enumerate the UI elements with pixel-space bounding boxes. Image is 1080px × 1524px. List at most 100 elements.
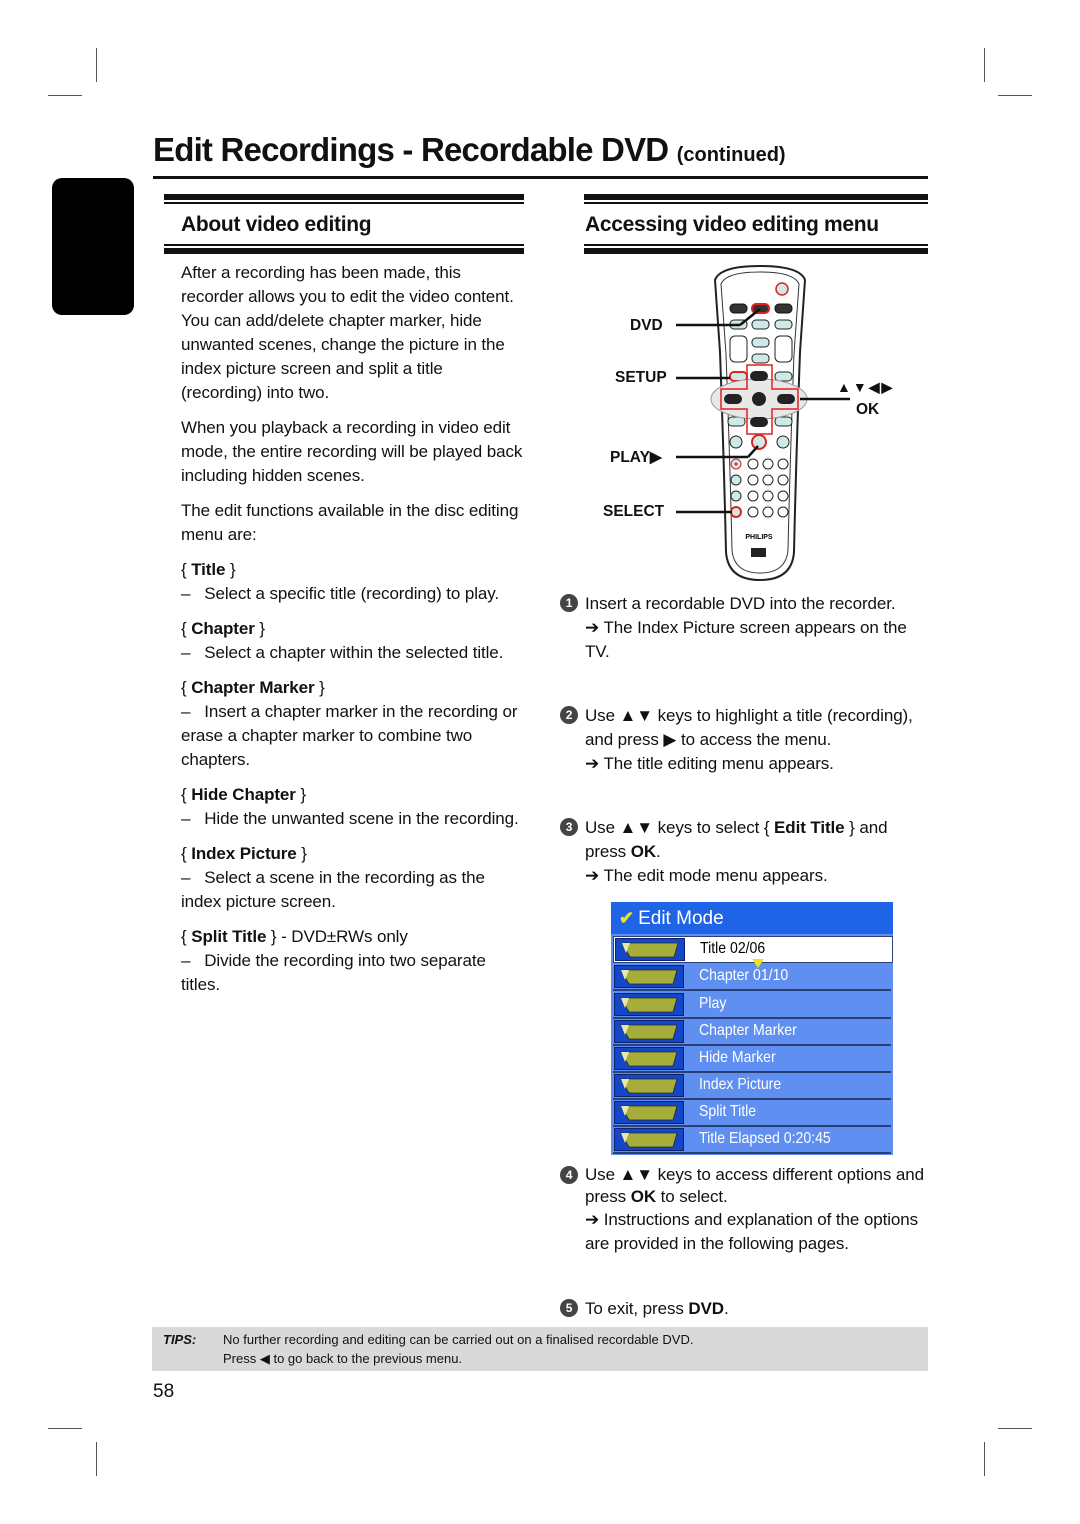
arrow-right-icon: ➔ [585,1210,600,1229]
hide-eye-flag-icon [614,1047,684,1070]
edit-menu-item[interactable]: Title Elapsed 0:20:45 [613,1127,891,1154]
dvd-button [751,303,770,314]
folder-icon [615,938,685,961]
step-number-badge: 2 [560,706,578,724]
step-result: The edit mode menu appears. [603,866,828,885]
divider [164,244,524,246]
edit-menu-item[interactable]: Chapter Marker [613,1019,891,1046]
play-cycle-icon [614,993,684,1016]
menu-header-label: Edit Mode [638,908,724,929]
power-icon [775,282,789,296]
edit-option-description: – Select a specific title (recording) to… [181,584,500,603]
pause-button [776,435,790,449]
divider [164,194,524,200]
ok-button [752,392,766,406]
page-title: Edit Recordings - Recordable DVD (contin… [153,131,786,169]
edit-mode-menu-header: ✔ Edit Mode [611,902,893,934]
checkmark-icon: ✔ [619,908,635,928]
edit-mode-menu: ✔ Edit Mode Title 02/06 Chapter 01/10 Play C… [611,902,893,1155]
edit-menu-item[interactable]: Split Title [613,1100,891,1127]
stop-button [729,435,743,449]
arrow-right-icon: ➔ [585,618,600,637]
tips-box: TIPS: No further recording and editing c… [152,1327,928,1371]
intro-paragraph: After a recording has been made, this re… [181,263,514,402]
step-number-badge: 4 [560,1166,578,1184]
edit-option-description: – Select a scene in the recording as the… [181,868,485,911]
tips-label: TIPS: [163,1332,197,1347]
arrow-right-icon: ➔ [585,754,600,773]
divider [584,194,928,200]
tv-dvd-button [751,337,770,348]
rw-logo [751,548,766,557]
edit-option: { Chapter Marker } – Insert a chapter mar… [181,676,526,772]
left-section-header: About video editing [164,194,524,254]
title-divider [153,176,928,179]
divider [584,244,928,246]
section-heading-about-video-editing: About video editing [181,213,372,236]
edit-menu-item-label: Play [699,995,727,1012]
arrow-right-icon: ➔ [585,866,600,885]
edit-option-title: { Chapter Marker } [181,678,325,697]
edit-option-description: – Insert a chapter marker in the recordi… [181,702,518,769]
left-button [724,394,742,404]
step-number-badge: 1 [560,594,578,612]
page-number: 58 [153,1381,175,1402]
language-tab-label: English [95,426,114,499]
edit-menu-item-label: Chapter Marker [699,1022,797,1039]
edit-menu-item-label: Hide Marker [699,1049,776,1066]
step-result: Instructions and explanation of the opti… [585,1210,918,1253]
section-heading-accessing-menu: Accessing video editing menu [585,213,879,236]
info-button [774,371,793,382]
callout-select: SELECT [603,503,665,520]
step-result: The title editing menu appears. [603,754,834,773]
edit-menu-item-label: Title 02/06 [700,940,766,957]
edit-option-title: { Split Title } - DVD±RWs only [181,927,408,946]
crop-mark [96,48,97,82]
down-button [750,417,768,427]
source-button [774,319,793,330]
edit-menu-item[interactable]: Hide Marker [613,1046,891,1073]
step-number-badge: 3 [560,818,578,836]
chapters-icon [614,965,684,988]
crop-mark [984,48,985,82]
chapter-marker-flag-icon [614,1020,684,1043]
step-instruction: Insert a recordable DVD into the recorde… [585,594,896,613]
about-content: After a recording has been made, this re… [181,261,526,1008]
tip-line: Press ◀ to go back to the previous menu. [223,1351,463,1366]
language-tab: English [52,178,134,499]
step-4: 4 Use ▲▼ keys to access different option… [560,1164,930,1256]
next-button [774,416,793,427]
crop-mark [998,95,1032,96]
edit-menu-item-label: Chapter 01/10 [699,967,789,984]
callout-arrow-keys: ▲▼◀▶ [837,379,895,395]
page-title-text: Edit Recordings - Recordable DVD [153,131,669,168]
divider [164,248,524,254]
edit-option: { Title } – Select a specific title (reco… [181,558,526,606]
page-title-suffix: (continued) [676,144,786,166]
callout-ok: OK [856,401,880,418]
tip-line: No further recording and editing can be … [223,1332,694,1347]
caret-down-icon [752,959,764,968]
edit-menu-item-label: Title Elapsed 0:20:45 [699,1130,831,1147]
edit-option: { Index Picture } – Select a scene in the… [181,842,526,914]
functions-paragraph: The edit functions available in the disc… [181,501,519,544]
edit-menu-item[interactable]: Index Picture [613,1073,891,1100]
edit-option-title: { Chapter } [181,619,265,638]
divider [584,248,928,254]
edit-menu-item[interactable]: Play [613,992,891,1019]
step-1: 1 Insert a recordable DVD into the recor… [560,592,930,664]
step-result: The Index Picture screen appears on the … [585,618,907,661]
select-button [730,506,742,518]
remote-control-illustration: PHILIPS DVD SETUP PLAY▶ SELECT ▲▼◀▶ OK [600,262,930,592]
step-number-badge: 5 [560,1299,578,1317]
edit-option-title: { Index Picture } [181,844,307,863]
right-section-header: Accessing video editing menu [584,194,928,254]
clock-folder-icon [614,1128,684,1151]
divider [164,202,524,204]
brand-logo: PHILIPS [745,534,773,541]
tuner-button [774,303,793,314]
edit-menu-item[interactable]: Chapter 01/10 [613,964,891,991]
edit-option-title: { Hide Chapter } [181,785,306,804]
tv-vol-rocker [729,335,748,363]
timer-button [751,353,770,364]
